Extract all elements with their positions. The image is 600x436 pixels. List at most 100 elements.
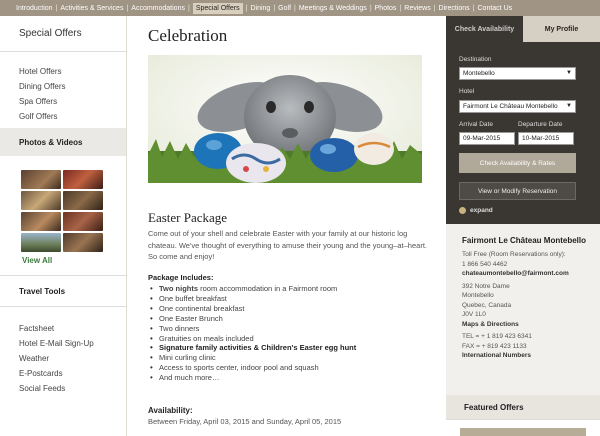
nav-separator: | bbox=[472, 4, 475, 12]
left-sidebar: Special Offers Hotel Offers Dining Offer… bbox=[0, 16, 127, 436]
address-line: Montebello bbox=[462, 292, 494, 299]
email-link[interactable]: chateaumontebello@fairmont.com bbox=[462, 269, 598, 279]
destination-value: Montebello bbox=[463, 70, 495, 77]
link-golf-offers[interactable]: Golf Offers bbox=[19, 109, 126, 124]
maps-directions-link[interactable]: Maps & Directions bbox=[462, 320, 598, 330]
nav-special-offers[interactable]: Special Offers bbox=[192, 2, 243, 14]
nav-introduction[interactable]: Introduction bbox=[16, 5, 53, 12]
availability-dates: Between Friday, April 03, 2015 and Sunda… bbox=[148, 417, 342, 426]
top-navigation: Introduction | Activities & Services | Acc… bbox=[0, 0, 600, 16]
include-item: And much more… bbox=[148, 373, 438, 383]
include-item: One Easter Brunch bbox=[148, 314, 438, 324]
include-item-bold: Two nights bbox=[159, 284, 199, 293]
destination-label: Destination bbox=[459, 56, 492, 63]
expand-icon bbox=[459, 207, 466, 214]
nav-golf[interactable]: Golf bbox=[278, 5, 291, 12]
photo-thumbnail[interactable] bbox=[21, 212, 61, 231]
include-item: Two dinners bbox=[148, 324, 438, 334]
nav-separator: | bbox=[126, 4, 129, 12]
photo-thumbnail[interactable] bbox=[63, 191, 103, 210]
arrival-date-input[interactable]: 09-Mar-2015 bbox=[459, 132, 515, 145]
link-hotel-offers[interactable]: Hotel Offers bbox=[19, 64, 126, 79]
featured-offers-panel bbox=[446, 419, 600, 436]
hotel-contact-info: Fairmont Le Château Montebello Toll Free… bbox=[462, 236, 598, 361]
dropdown-arrow-icon: ▼ bbox=[566, 70, 572, 76]
nav-separator: | bbox=[369, 4, 372, 12]
destination-select[interactable]: Montebello ▼ bbox=[459, 67, 576, 80]
link-e-postcards[interactable]: E-Postcards bbox=[19, 366, 126, 381]
booking-widget: Check Availability My Profile Destinatio… bbox=[446, 16, 600, 224]
availability-label: Availability: bbox=[148, 406, 193, 415]
modify-reservation-button[interactable]: View or Modify Reservation bbox=[459, 182, 576, 200]
link-dining-offers[interactable]: Dining Offers bbox=[19, 79, 126, 94]
includes-label: Package Includes: bbox=[148, 273, 214, 282]
nav-contact-us[interactable]: Contact Us bbox=[478, 5, 513, 12]
booking-tabs: Check Availability My Profile bbox=[446, 16, 600, 42]
fax: FAX = + 819 423 1133 bbox=[462, 342, 527, 350]
travel-links: Factsheet Hotel E-Mail Sign-Up Weather E… bbox=[0, 307, 126, 396]
photo-thumbnail[interactable] bbox=[21, 191, 61, 210]
hotel-label: Hotel bbox=[459, 88, 475, 95]
nav-separator: | bbox=[55, 4, 58, 12]
link-social-feeds[interactable]: Social Feeds bbox=[19, 381, 126, 396]
tab-check-availability[interactable]: Check Availability bbox=[446, 16, 523, 42]
include-item: Signature family activities & Children's… bbox=[148, 343, 438, 353]
hotel-select[interactable]: Fairmont Le Château Montebello ▼ bbox=[459, 100, 576, 113]
nav-separator: | bbox=[245, 4, 248, 12]
link-spa-offers[interactable]: Spa Offers bbox=[19, 94, 126, 109]
main-content: Celebration Easter Package Come out of y… bbox=[128, 16, 446, 436]
nav-separator: | bbox=[399, 4, 402, 12]
nav-dining[interactable]: Dining bbox=[250, 5, 270, 12]
easter-bunny-photo bbox=[148, 55, 422, 183]
address-line: 392 Notre Dame bbox=[462, 282, 510, 290]
include-item: Access to sports center, indoor pool and… bbox=[148, 363, 438, 373]
view-all-link[interactable]: View All bbox=[22, 256, 126, 265]
photos-videos-heading[interactable]: Photos & Videos bbox=[0, 128, 126, 156]
nav-directions[interactable]: Directions bbox=[439, 5, 470, 12]
offer-links: Hotel Offers Dining Offers Spa Offers Go… bbox=[0, 52, 126, 121]
package-includes-list: Two nights room accommodation in a Fairm… bbox=[148, 284, 438, 383]
departure-date-input[interactable]: 10-Mar-2015 bbox=[518, 132, 574, 145]
international-numbers-link[interactable]: International Numbers bbox=[462, 351, 598, 361]
photo-thumbnail[interactable] bbox=[63, 212, 103, 231]
photo-thumbnail[interactable] bbox=[21, 170, 61, 189]
include-item: One continental breakfast bbox=[148, 304, 438, 314]
photo-thumbnail[interactable] bbox=[21, 233, 61, 252]
package-title: Easter Package bbox=[148, 210, 228, 225]
link-email-signup[interactable]: Hotel E-Mail Sign-Up bbox=[19, 336, 126, 351]
tab-my-profile[interactable]: My Profile bbox=[523, 16, 600, 42]
nav-activities[interactable]: Activities & Services bbox=[60, 5, 123, 12]
photo-thumbnail[interactable] bbox=[63, 170, 103, 189]
include-item-text: room accommodation in a Fairmont room bbox=[198, 284, 338, 293]
toll-free-number: 1 866 540 4462 bbox=[462, 260, 508, 268]
address-line: J0V 1L0 bbox=[462, 311, 486, 318]
expand-label: expand bbox=[470, 207, 493, 214]
check-availability-button[interactable]: Check Availability & Rates bbox=[459, 153, 576, 173]
nav-meetings-weddings[interactable]: Meetings & Weddings bbox=[299, 5, 367, 12]
nav-separator: | bbox=[294, 4, 296, 12]
include-item: Two nights room accommodation in a Fairm… bbox=[148, 284, 438, 294]
hotel-value: Fairmont Le Château Montebello bbox=[463, 103, 558, 110]
nav-accommodations[interactable]: Accommodations bbox=[131, 5, 185, 12]
nav-separator: | bbox=[273, 4, 276, 12]
expand-toggle[interactable]: expand bbox=[459, 207, 493, 214]
toll-free-label: Toll Free (Room Reservations only): bbox=[462, 251, 566, 258]
featured-offer-image[interactable] bbox=[460, 428, 586, 436]
nav-separator: | bbox=[433, 4, 436, 12]
link-weather[interactable]: Weather bbox=[19, 351, 126, 366]
departure-label: Departure Date bbox=[518, 121, 563, 128]
link-factsheet[interactable]: Factsheet bbox=[19, 321, 126, 336]
hero-image bbox=[148, 55, 422, 183]
include-item: Gratuities on meals included bbox=[148, 334, 438, 344]
hotel-name: Fairmont Le Château Montebello bbox=[462, 236, 587, 245]
right-sidebar: Check Availability My Profile Destinatio… bbox=[446, 16, 600, 436]
package-intro: Come out of your shell and celebrate Eas… bbox=[148, 229, 427, 261]
photo-thumbnail[interactable] bbox=[63, 233, 103, 252]
nav-separator: | bbox=[187, 4, 190, 12]
nav-photos[interactable]: Photos bbox=[375, 5, 397, 12]
featured-offers-heading: Featured Offers bbox=[446, 395, 600, 419]
arrival-label: Arrival Date bbox=[459, 121, 493, 128]
include-item: One buffet breakfast bbox=[148, 294, 438, 304]
special-offers-heading: Special Offers bbox=[0, 16, 126, 52]
nav-reviews[interactable]: Reviews bbox=[404, 5, 430, 12]
